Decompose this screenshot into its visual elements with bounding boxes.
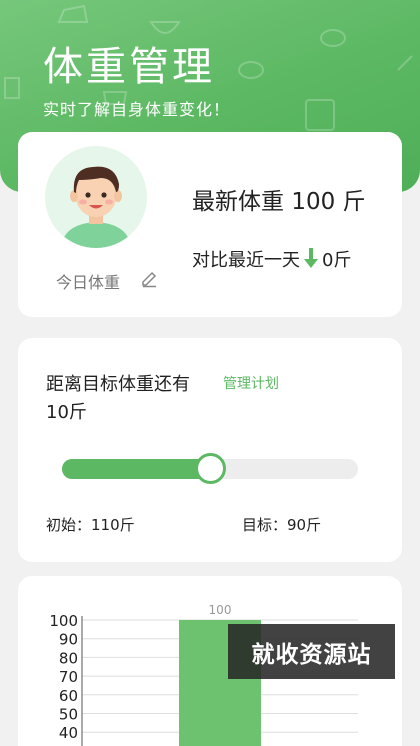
goal-remaining-label: 距离目标体重还有 [46,374,190,395]
goal-remaining-value: 10斤 [46,402,87,423]
compare-value: 0斤 [322,250,352,271]
arrow-down-icon [304,248,318,268]
cake-icon [57,4,89,23]
y-tick-label: 90 [59,631,78,649]
latest-weight-label: 最新体重 [192,189,284,215]
goal-card: 距离目标体重还有 管理计划 10斤 初始：110斤 目标：90斤 [18,338,402,562]
spoon-icon [397,55,413,71]
progress-fill [62,459,210,479]
latest-weight-value: 100 [291,189,336,215]
y-tick-label: 50 [59,706,78,724]
compare-label: 对比最近一天 [192,250,300,271]
watermark-label: 就收资源站 [228,624,395,679]
y-tick-label: 70 [59,668,78,686]
avatar [45,146,147,248]
y-tick-label: 80 [59,649,78,667]
today-weight-card: 今日体重 最新体重 100 斤 对比最近一天 0斤 [18,132,402,317]
target-weight-label: 目标：90斤 [242,516,322,534]
page-title: 体重管理 [43,44,215,90]
bar-value-label: 100 [209,603,232,617]
bag-icon [305,99,335,131]
edit-icon[interactable] [140,270,158,288]
compare-row: 对比最近一天 0斤 [192,246,351,272]
today-weight-label: 今日体重 [56,273,121,292]
y-tick-label: 100 [49,612,78,630]
plate-icon [238,61,264,79]
progress-track [62,453,358,484]
plate-icon [320,29,346,47]
cup-icon [4,77,20,99]
start-weight-label: 初始：110斤 [46,516,135,534]
y-tick-label: 60 [59,687,78,705]
latest-weight-unit: 斤 [342,189,366,215]
avatar-illustration [61,166,131,248]
progress-thumb[interactable] [195,453,226,484]
page-subtitle: 实时了解自身体重变化！ [43,100,231,119]
y-tick-label: 40 [59,724,78,742]
latest-weight: 最新体重 100 斤 [192,182,366,216]
manage-plan-link[interactable]: 管理计划 [223,373,279,393]
